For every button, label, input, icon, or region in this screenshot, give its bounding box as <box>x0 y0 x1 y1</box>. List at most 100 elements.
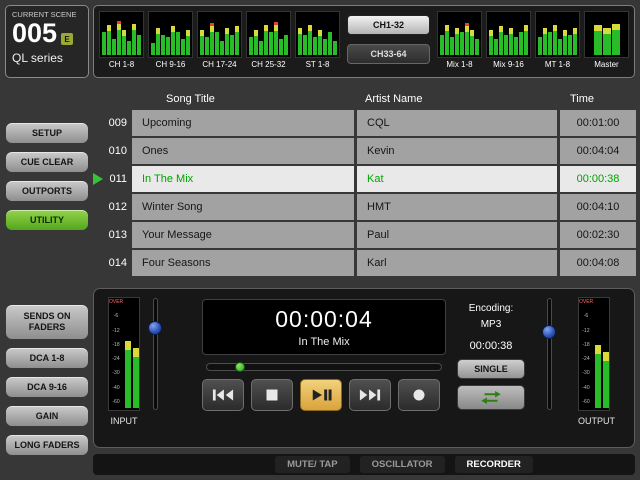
output-meter: OVER-6-12-18-24-30-40-60 <box>578 297 610 411</box>
table-row[interactable]: 011In The MixKat00:00:38 <box>93 166 635 192</box>
meter-bar <box>117 21 121 55</box>
meter-scale: OVER-6-12-18-24-30-40-60 <box>579 298 593 410</box>
sidebar-button-setup[interactable]: SETUP <box>5 122 89 144</box>
song-artist-cell: Karl <box>357 250 557 276</box>
song-number-cell: 011 <box>93 166 129 192</box>
fader-track <box>154 299 157 409</box>
current-scene-panel: CURRENT SCENE 005 E QL series <box>5 5 89 78</box>
sidebar-bottom: SENDS ON FADERS DCA 1-8 DCA 9-16 GAIN LONG F… <box>5 304 89 456</box>
meter-bar <box>489 30 493 55</box>
table-row[interactable]: 014Four SeasonsKarl00:04:08 <box>93 250 635 276</box>
bottom-tab-bar: MUTE/ TAP OSCILLATOR RECORDER <box>93 454 635 475</box>
column-artist-name: Artist Name <box>357 93 557 105</box>
time-display: 00:00:04 In The Mix <box>202 299 446 355</box>
meter-bar <box>558 39 562 55</box>
sidebar-button-dca-9-16[interactable]: DCA 9-16 <box>5 376 89 398</box>
meter-bar <box>220 41 224 55</box>
elapsed-time: 00:00:04 <box>275 306 373 333</box>
meter-group-ch-17-24: CH 17-24 <box>196 11 243 69</box>
meter-bar <box>548 32 552 55</box>
output-fader-knob[interactable] <box>542 325 556 339</box>
scene-series-name: QL series <box>12 51 82 65</box>
bank-button-ch1-32[interactable]: CH1-32 <box>347 15 430 35</box>
meter-group-label: Mix 9-16 <box>493 60 524 69</box>
meter-bar <box>333 41 337 55</box>
meter-bar <box>132 24 136 55</box>
sidebar-button-long-faders[interactable]: LONG FADERS <box>5 434 89 456</box>
tab-recorder[interactable]: RECORDER <box>455 456 533 473</box>
meter-group-label: CH 25-32 <box>251 60 285 69</box>
meter-bar <box>519 32 523 55</box>
encoding-value: MP3 <box>454 317 528 333</box>
next-track-button[interactable] <box>349 379 391 411</box>
playing-indicator-icon <box>93 173 103 185</box>
transport-buttons <box>202 379 440 411</box>
meter-display <box>437 11 482 58</box>
output-fader[interactable] <box>544 299 556 409</box>
input-fader-knob[interactable] <box>148 321 162 335</box>
input-fader[interactable] <box>150 299 162 409</box>
sidebar-button-dca-1-8[interactable]: DCA 1-8 <box>5 347 89 369</box>
table-row[interactable]: 013Your MessagePaul00:02:30 <box>93 222 635 248</box>
table-row[interactable]: 009UpcomingCQL00:01:00 <box>93 110 635 136</box>
song-number-cell: 013 <box>93 222 129 248</box>
column-song-title: Song Title <box>132 93 354 105</box>
encoding-info: Encoding: MP3 <box>454 301 528 333</box>
meter-bar <box>205 37 209 55</box>
meter-bar <box>594 25 602 55</box>
song-time-cell: 00:00:38 <box>560 166 636 192</box>
meter-bar <box>455 28 459 55</box>
stop-button[interactable] <box>251 379 293 411</box>
sidebar-button-outports[interactable]: OUTPORTS <box>5 180 89 202</box>
song-title-cell: Ones <box>132 138 354 164</box>
song-title-cell: Upcoming <box>132 110 354 136</box>
bank-button-ch33-64[interactable]: CH33-64 <box>347 44 430 64</box>
meter-display <box>535 11 580 58</box>
meter-bar <box>137 35 141 56</box>
meter-bar <box>133 348 139 408</box>
meter-bar <box>465 23 469 55</box>
tab-mute-tap[interactable]: MUTE/ TAP <box>275 456 350 473</box>
meter-bar <box>440 35 444 56</box>
sidebar-button-cue-clear[interactable]: CUE CLEAR <box>5 151 89 173</box>
meter-group-ch-9-16: CH 9-16 <box>147 11 194 69</box>
table-row[interactable]: 010OnesKevin00:04:04 <box>93 138 635 164</box>
song-number-cell: 012 <box>93 194 129 220</box>
song-table: Song Title Artist Name Time 009UpcomingC… <box>93 88 635 284</box>
meter-bar <box>215 32 219 55</box>
song-table-header: Song Title Artist Name Time <box>93 88 635 110</box>
progress-bar[interactable] <box>206 363 442 371</box>
meter-bridge: CH 1-8CH 9-16CH 17-24CH 25-32ST 1-8 CH1-… <box>93 5 635 78</box>
meter-group-ch-25-32: CH 25-32 <box>245 11 292 69</box>
sidebar-button-gain[interactable]: GAIN <box>5 405 89 427</box>
meter-bar <box>323 39 327 55</box>
meter-bar <box>230 35 234 56</box>
meter-display <box>295 11 340 58</box>
meter-group-label: Master <box>594 60 618 69</box>
sidebar-button-sends-on-faders[interactable]: SENDS ON FADERS <box>5 304 89 340</box>
tab-oscillator[interactable]: OSCILLATOR <box>360 456 445 473</box>
progress-knob[interactable] <box>235 362 245 372</box>
repeat-button[interactable] <box>457 385 525 410</box>
meter-bar <box>122 30 126 55</box>
meter-group-label: Mix 1-8 <box>446 60 472 69</box>
single-mode-button[interactable]: SINGLE <box>457 359 525 379</box>
meter-group-master: Master <box>583 11 630 69</box>
record-button[interactable] <box>398 379 440 411</box>
song-number: 010 <box>109 145 127 157</box>
meter-channels <box>123 298 141 410</box>
sidebar-button-utility[interactable]: UTILITY <box>5 209 89 231</box>
meter-bar <box>460 32 464 55</box>
song-number-cell: 010 <box>93 138 129 164</box>
previous-track-button[interactable] <box>202 379 244 411</box>
song-artist-cell: Paul <box>357 222 557 248</box>
song-number: 013 <box>109 229 127 241</box>
meter-bar <box>200 30 204 55</box>
table-row[interactable]: 012Winter SongHMT00:04:10 <box>93 194 635 220</box>
meter-bar <box>308 25 312 55</box>
meter-bar <box>573 28 577 55</box>
song-title-cell: Winter Song <box>132 194 354 220</box>
meter-groups-left: CH 1-8CH 9-16CH 17-24CH 25-32ST 1-8 <box>98 11 341 69</box>
meter-group-mix-9-16: Mix 9-16 <box>485 11 532 69</box>
play-pause-button[interactable] <box>300 379 342 411</box>
